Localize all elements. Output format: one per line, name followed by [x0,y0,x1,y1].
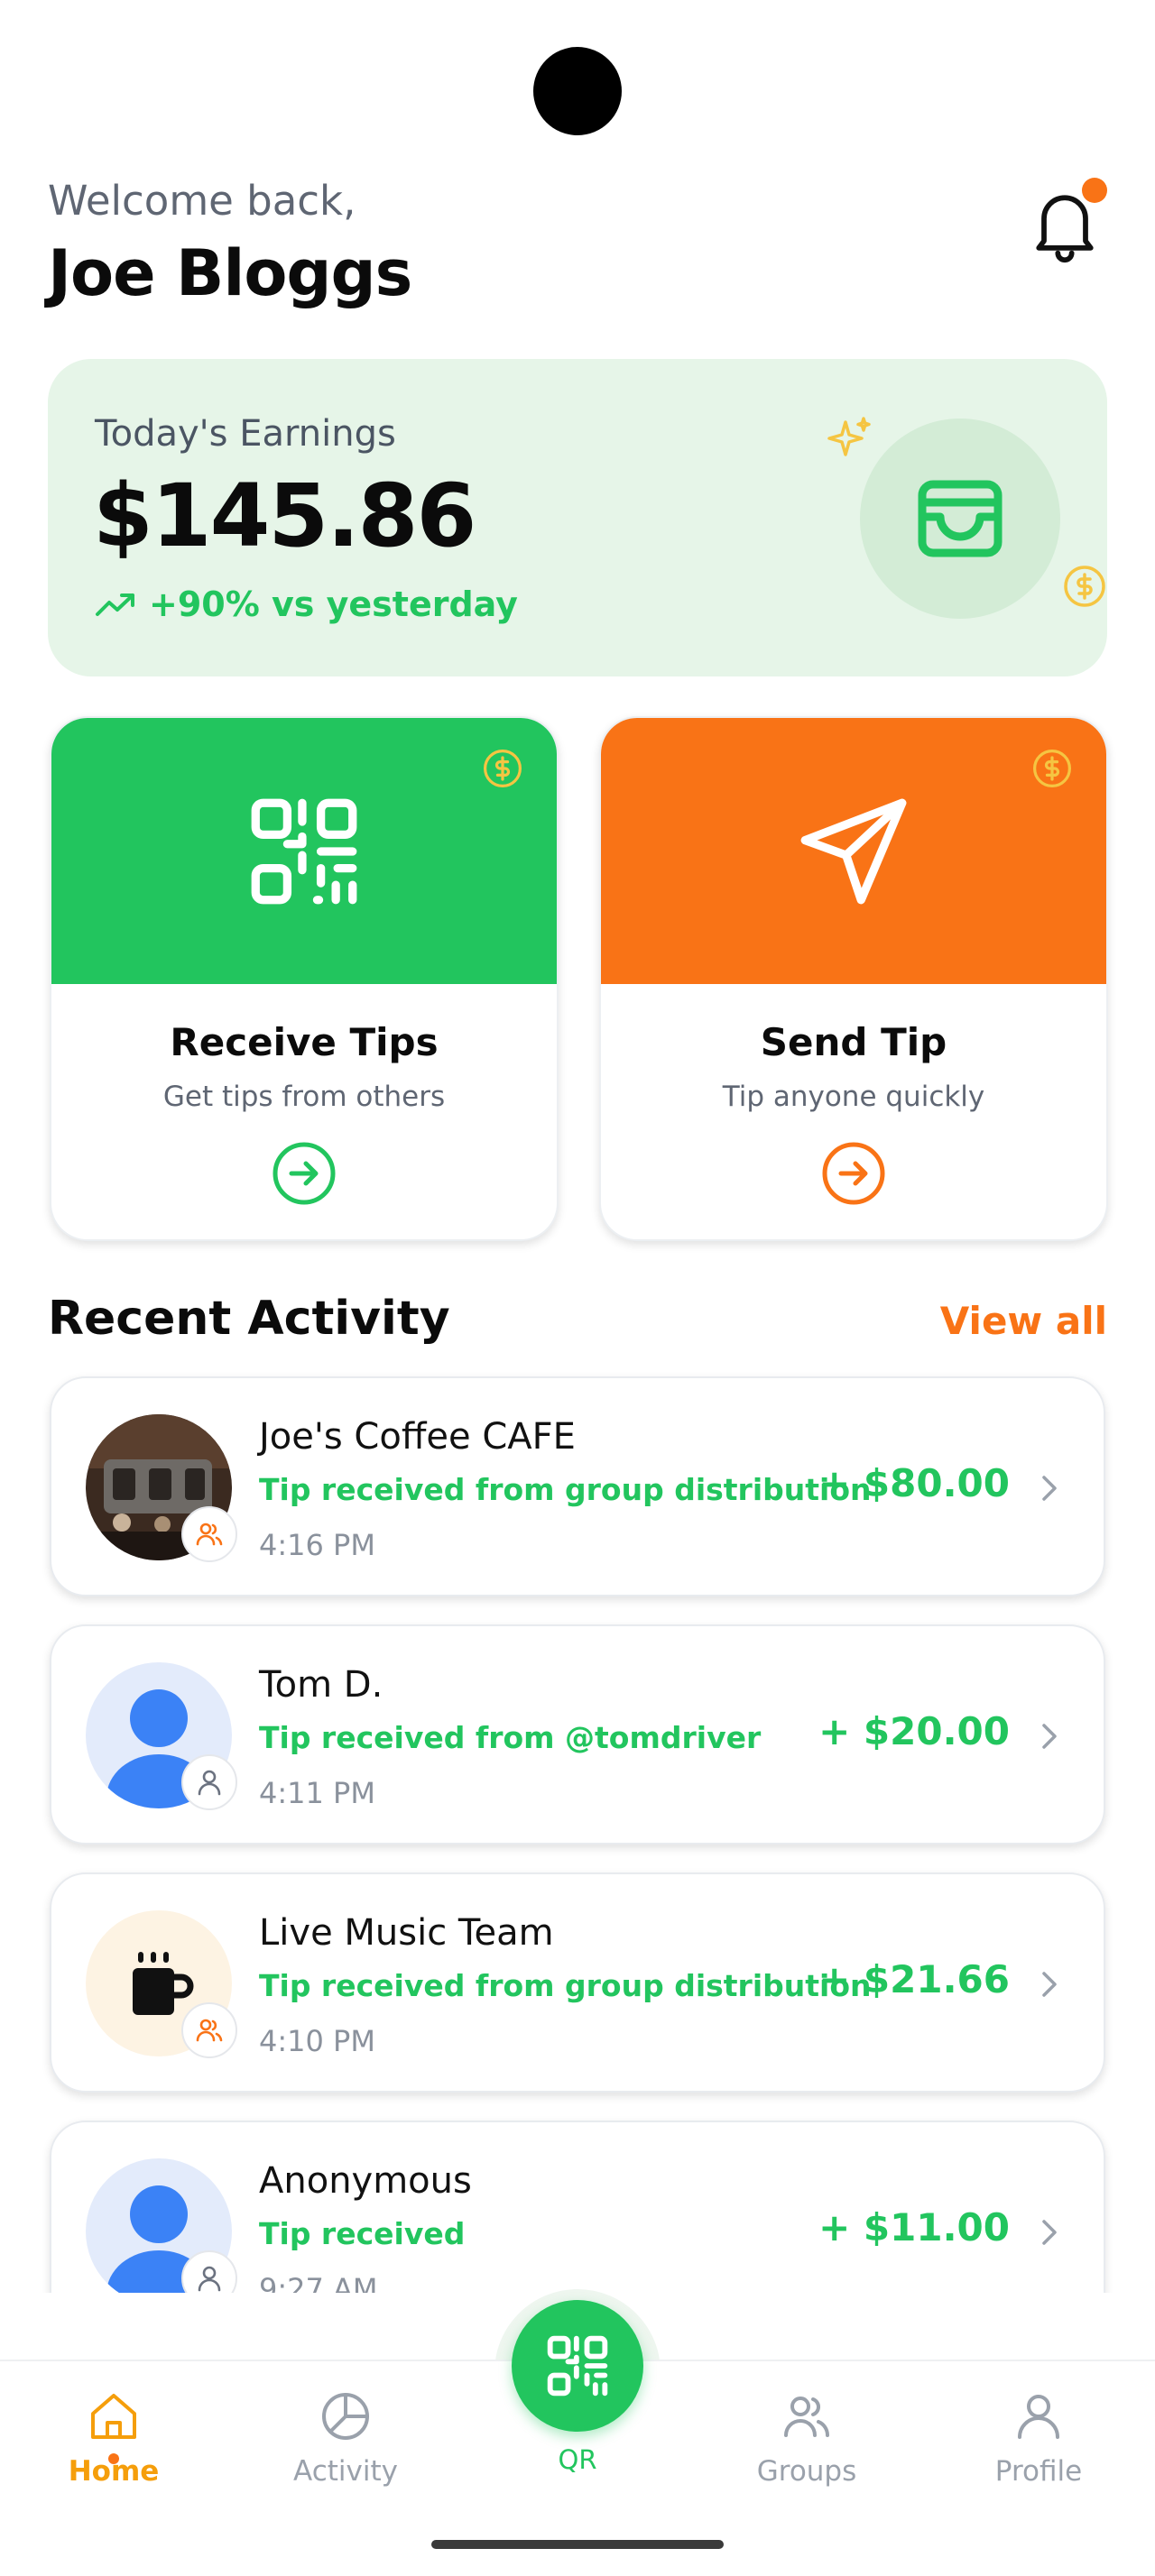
welcome-text: Welcome back, [48,177,356,225]
coin-icon [484,750,522,787]
wallet-badge [860,419,1060,619]
send-tip-banner [601,718,1106,984]
nav-profile-label: Profile [994,2455,1083,2488]
nav-profile[interactable]: Profile [957,2388,1120,2488]
nav-activity-label: Activity [293,2455,398,2488]
activity-list: Joe's Coffee CAFE Tip received from grou… [0,1353,1155,2293]
qr-code-icon [251,798,357,904]
coin-icon [1033,750,1071,787]
send-tip-card[interactable]: Send Tip Tip anyone quickly [599,716,1108,1241]
user-name: Joe Bloggs [48,236,412,310]
user-icon [198,2266,221,2292]
receive-tips-card[interactable]: Receive Tips Get tips from others [50,716,559,1241]
user-badge [181,1754,237,1810]
nav-activity[interactable]: Activity [264,2388,427,2488]
activity-time: 4:11 PM [259,1776,375,1810]
earnings-trend: +90% vs yesterday [95,584,518,624]
activity-description: Tip received from group distribution [259,1968,872,2003]
earnings-label: Today's Earnings [95,413,396,455]
arrow-right-circle-icon[interactable] [271,1140,337,1207]
activity-item-anonymous[interactable]: Anonymous Tip received 9:27 AM + $11.00 [50,2121,1105,2293]
receive-tips-subtitle: Get tips from others [162,1081,446,1113]
activity-description: Tip received from group distribution [259,1472,872,1507]
nav-qr-button[interactable] [512,2300,643,2432]
qr-code-icon [547,2335,608,2397]
user-icon [198,1770,221,1796]
activity-amount: + $11.00 [818,2205,1010,2249]
activity-time: 4:16 PM [259,1528,375,1562]
activity-amount: + $80.00 [818,1461,1010,1505]
earnings-amount: $145.86 [93,465,476,566]
activity-description: Tip received from @tomdriver [259,1720,762,1755]
group-icon [196,1523,223,1546]
activity-time: 4:10 PM [259,2024,375,2058]
send-tip-subtitle: Tip anyone quickly [722,1081,985,1113]
receive-tips-banner [51,718,557,984]
nav-groups-label: Groups [756,2455,857,2488]
trending-up-icon [96,593,134,616]
arrow-right-circle-icon[interactable] [820,1140,887,1207]
send-tip-title: Send Tip [760,1020,947,1064]
pie-chart-icon [322,2393,369,2440]
group-badge [181,1506,237,1562]
coin-icon [1064,566,1105,607]
home-indicator [431,2540,724,2549]
activity-name: Tom D. [259,1664,383,1706]
camera-cutout [533,47,622,135]
activity-name: Joe's Coffee CAFE [259,1416,576,1458]
activity-time: 9:27 AM [259,2272,378,2293]
user-badge [181,2250,237,2293]
activity-description: Tip received [259,2216,466,2251]
recent-activity-title: Recent Activity [48,1292,450,1346]
activity-item-tom-d[interactable]: Tom D. Tip received from @tomdriver 4:11… [50,1624,1105,1845]
notification-dot [1082,178,1107,203]
profile-icon [1018,2395,1059,2439]
chevron-right-icon [1042,2220,1057,2245]
active-tab-indicator [108,2453,119,2464]
activity-amount: + $20.00 [818,1709,1010,1753]
send-icon [800,798,907,904]
activity-name: Anonymous [259,2160,472,2202]
home-icon [91,2394,136,2439]
group-badge [181,2002,237,2058]
wallet-icon [918,480,1003,557]
chevron-right-icon [1042,1972,1057,1997]
nav-groups[interactable]: Groups [725,2388,888,2488]
groups-icon [784,2397,830,2437]
nav-qr-label: QR [558,2444,597,2475]
view-all-link[interactable]: View all [940,1299,1107,1343]
chevron-right-icon [1042,1724,1057,1749]
earnings-card: Today's Earnings $145.86 +90% vs yesterd… [48,359,1107,676]
activity-amount: + $21.66 [818,1957,1010,2001]
receive-tips-title: Receive Tips [170,1020,439,1064]
nav-home[interactable]: Home [32,2388,195,2488]
chevron-right-icon [1042,1476,1057,1501]
trend-text: +90% vs yesterday [149,584,518,624]
activity-item-joes-coffee[interactable]: Joe's Coffee CAFE Tip received from grou… [50,1376,1105,1596]
group-icon [196,2019,223,2042]
activity-item-live-music-team[interactable]: Live Music Team Tip received from group … [50,1872,1105,2093]
activity-name: Live Music Team [259,1912,554,1954]
sparkle-icon [827,417,871,456]
